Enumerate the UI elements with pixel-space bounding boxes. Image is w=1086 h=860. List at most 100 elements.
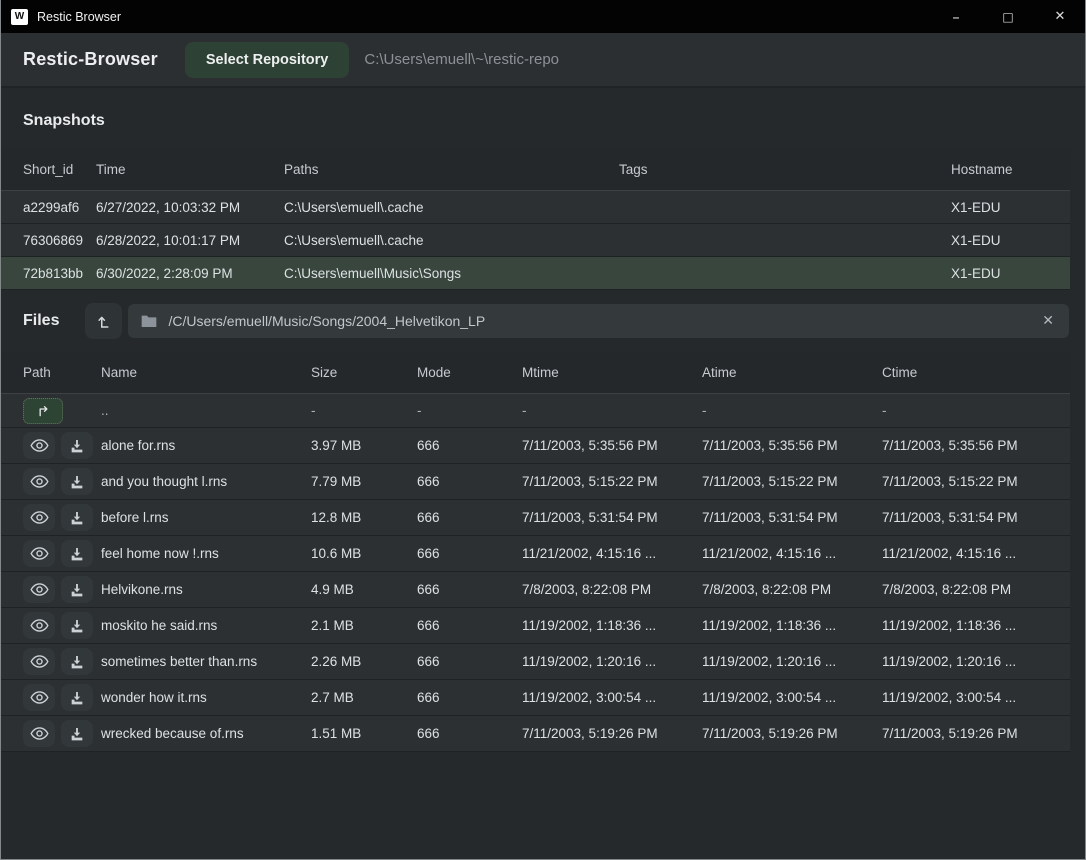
file-ctime: 11/21/2002, 4:15:16 ...: [882, 536, 1070, 572]
preview-file-button[interactable]: [23, 432, 55, 459]
file-mtime: 11/21/2002, 4:15:16 ...: [522, 536, 702, 572]
file-size: 7.79 MB: [311, 464, 417, 500]
app-window: W Restic Browser – □ ✕ Restic-Browser Se…: [0, 0, 1086, 860]
download-icon: [69, 654, 85, 670]
parent-directory-row[interactable]: .. - - - - -: [1, 394, 1070, 428]
file-size: 2.26 MB: [311, 644, 417, 680]
file-ctime: 11/19/2002, 1:20:16 ...: [882, 644, 1070, 680]
file-mode: 666: [417, 716, 522, 752]
file-name: wonder how it.rns: [101, 680, 311, 716]
preview-file-button[interactable]: [23, 648, 55, 675]
preview-file-button[interactable]: [23, 612, 55, 639]
preview-file-button[interactable]: [23, 504, 55, 531]
snapshot-tags: [619, 224, 951, 257]
file-size: 10.6 MB: [311, 536, 417, 572]
file-name: wrecked because of.rns: [101, 716, 311, 752]
download-icon: [69, 438, 85, 454]
download-icon: [69, 726, 85, 742]
files-bar: Files /C/Users/emuell/Music/Songs/2004_H…: [23, 303, 1085, 339]
app-title: Restic-Browser: [23, 49, 158, 70]
snapshot-row[interactable]: 72b813bb 6/30/2022, 2:28:09 PM C:\Users\…: [1, 257, 1070, 290]
snapshot-paths: C:\Users\emuell\.cache: [284, 191, 619, 224]
file-ctime: 7/11/2003, 5:15:22 PM: [882, 464, 1070, 500]
file-mode: 666: [417, 608, 522, 644]
file-row: sometimes better than.rns 2.26 MB 666 11…: [1, 644, 1070, 680]
file-atime: 7/11/2003, 5:15:22 PM: [702, 464, 882, 500]
download-file-button[interactable]: [61, 432, 93, 459]
download-file-button[interactable]: [61, 612, 93, 639]
file-row-actions: [23, 540, 93, 567]
file-ctime: 11/19/2002, 3:00:54 ...: [882, 680, 1070, 716]
column-time: Time: [96, 149, 284, 191]
file-mode: 666: [417, 572, 522, 608]
file-mode: 666: [417, 464, 522, 500]
snapshots-section-title: Snapshots: [23, 112, 1085, 130]
file-size: 2.1 MB: [311, 608, 417, 644]
snapshot-short-id: a2299af6: [1, 191, 96, 224]
snapshot-row[interactable]: a2299af6 6/27/2022, 10:03:32 PM C:\Users…: [1, 191, 1070, 224]
current-path-text: /C/Users/emuell/Music/Songs/2004_Helveti…: [168, 313, 1029, 329]
eye-icon: [30, 690, 49, 705]
maximize-button[interactable]: □: [982, 0, 1034, 33]
column-paths: Paths: [284, 149, 619, 191]
download-file-button[interactable]: [61, 540, 93, 567]
select-repository-button[interactable]: Select Repository: [185, 42, 350, 78]
column-hostname: Hostname: [951, 149, 1070, 191]
snapshot-paths: C:\Users\emuell\.cache: [284, 224, 619, 257]
snapshot-short-id: 76306869: [1, 224, 96, 257]
file-row: wrecked because of.rns 1.51 MB 666 7/11/…: [1, 716, 1070, 752]
eye-icon: [30, 618, 49, 633]
titlebar-left: W Restic Browser: [0, 9, 121, 25]
titlebar: W Restic Browser – □ ✕: [0, 0, 1086, 33]
preview-file-button[interactable]: [23, 720, 55, 747]
file-mode: 666: [417, 536, 522, 572]
preview-file-button[interactable]: [23, 468, 55, 495]
corner-up-right-icon: [35, 403, 52, 419]
close-button[interactable]: ✕: [1034, 0, 1086, 33]
download-file-button[interactable]: [61, 504, 93, 531]
preview-file-button[interactable]: [23, 684, 55, 711]
go-parent-button[interactable]: [23, 398, 63, 424]
file-mtime: 7/11/2003, 5:35:56 PM: [522, 428, 702, 464]
download-file-button[interactable]: [61, 720, 93, 747]
parent-mode: -: [417, 394, 522, 428]
snapshot-hostname: X1-EDU: [951, 257, 1070, 290]
eye-icon: [30, 582, 49, 597]
download-file-button[interactable]: [61, 468, 93, 495]
file-atime: 11/21/2002, 4:15:16 ...: [702, 536, 882, 572]
folder-icon: [141, 314, 157, 328]
eye-icon: [30, 510, 49, 525]
file-atime: 7/8/2003, 8:22:08 PM: [702, 572, 882, 608]
file-atime: 11/19/2002, 3:00:54 ...: [702, 680, 882, 716]
file-size: 3.97 MB: [311, 428, 417, 464]
file-row-actions: [23, 720, 93, 747]
file-mtime: 7/11/2003, 5:19:26 PM: [522, 716, 702, 752]
snapshot-row[interactable]: 76306869 6/28/2022, 10:01:17 PM C:\Users…: [1, 224, 1070, 257]
file-row: Helvikone.rns 4.9 MB 666 7/8/2003, 8:22:…: [1, 572, 1070, 608]
snapshot-short-id: 72b813bb: [1, 257, 96, 290]
file-atime: 11/19/2002, 1:18:36 ...: [702, 608, 882, 644]
preview-file-button[interactable]: [23, 576, 55, 603]
file-mode: 666: [417, 500, 522, 536]
file-name: alone for.rns: [101, 428, 311, 464]
preview-file-button[interactable]: [23, 540, 55, 567]
download-file-button[interactable]: [61, 576, 93, 603]
parent-mtime: -: [522, 394, 702, 428]
file-mtime: 11/19/2002, 1:20:16 ...: [522, 644, 702, 680]
download-icon: [69, 582, 85, 598]
file-ctime: 7/11/2003, 5:31:54 PM: [882, 500, 1070, 536]
path-up-button[interactable]: [85, 303, 122, 339]
file-row-actions: [23, 576, 93, 603]
download-file-button[interactable]: [61, 648, 93, 675]
files-table: Path Name Size Mode Mtime Atime Ctime: [1, 352, 1070, 752]
file-atime: 11/19/2002, 1:20:16 ...: [702, 644, 882, 680]
download-file-button[interactable]: [61, 684, 93, 711]
window-controls: – □ ✕: [930, 0, 1086, 33]
clear-path-icon[interactable]: ✕: [1040, 311, 1056, 331]
file-mode: 666: [417, 428, 522, 464]
parent-name: ..: [101, 394, 311, 428]
current-path-field[interactable]: /C/Users/emuell/Music/Songs/2004_Helveti…: [128, 304, 1069, 338]
file-row-actions: [23, 468, 93, 495]
eye-icon: [30, 438, 49, 453]
minimize-button[interactable]: –: [930, 0, 982, 33]
